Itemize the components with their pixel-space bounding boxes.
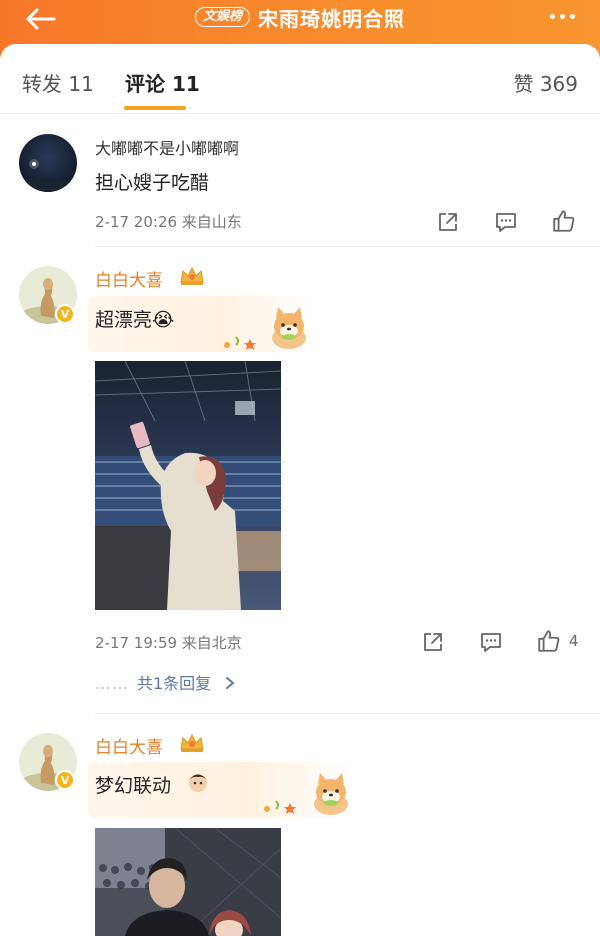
dot xyxy=(549,13,555,19)
comment-icon xyxy=(481,633,501,652)
crying-emoji-icon: 😭 xyxy=(152,309,175,331)
comment-text-row: 超漂亮😭 xyxy=(95,305,174,332)
shiba-dog-sticker-icon xyxy=(266,304,312,350)
replies-count-label: 共1条回复 xyxy=(137,674,212,693)
verified-badge: V xyxy=(55,304,75,324)
thumbs-up-icon xyxy=(538,630,560,652)
comment-text: 梦幻联动 xyxy=(95,775,172,797)
share-button[interactable] xyxy=(435,209,461,235)
dot xyxy=(569,13,575,19)
like-count: 4 xyxy=(569,632,579,650)
comment-text: 超漂亮 xyxy=(95,309,153,331)
comment-meta: 2-17 19:59 来自北京 xyxy=(95,634,242,652)
sparkle-decoration-icon xyxy=(222,333,264,354)
tab-likes[interactable]: 赞 369 xyxy=(513,68,578,97)
comment-meta: 2-17 20:26 来自山东 xyxy=(95,213,242,231)
emoji-face-icon xyxy=(187,771,209,796)
tab-bar: 转发 11 评论 11 赞 369 xyxy=(0,44,600,114)
hot-list-badge: 文娱榜 xyxy=(194,7,250,27)
like-button[interactable] xyxy=(536,628,562,654)
verified-badge: V xyxy=(55,770,75,790)
share-button[interactable] xyxy=(420,629,446,655)
comment-text-row: 梦幻联动 xyxy=(95,771,171,798)
view-replies-link[interactable]: …… 共1条回复 xyxy=(95,670,236,694)
crown-badge-icon xyxy=(179,266,205,286)
comment-username[interactable]: 大嘟嘟不是小嘟嘟啊 xyxy=(95,135,239,159)
divider xyxy=(95,713,600,714)
more-button[interactable] xyxy=(542,4,582,28)
sparkle-decoration-icon xyxy=(262,797,304,818)
shiba-dog-sticker-icon xyxy=(308,770,354,816)
share-icon xyxy=(424,633,442,651)
crown-badge-icon xyxy=(179,733,205,753)
like-button[interactable] xyxy=(551,208,577,234)
comment-photo-concert-selfie[interactable] xyxy=(95,361,281,610)
comment-username[interactable]: 白白大喜 xyxy=(95,266,163,291)
reply-button[interactable] xyxy=(478,629,504,655)
tab-repost[interactable]: 转发 11 xyxy=(22,68,94,97)
thumbs-up-icon xyxy=(553,210,575,232)
header-title-group: 文娱榜 宋雨琦姚明合照 xyxy=(0,3,600,31)
comment-username[interactable]: 白白大喜 xyxy=(95,733,163,758)
comment-icon xyxy=(496,213,516,232)
tab-comments[interactable]: 评论 11 xyxy=(125,68,200,97)
avatar[interactable] xyxy=(19,134,77,192)
chevron-right-icon xyxy=(226,677,235,689)
reply-dots: …… xyxy=(95,674,129,693)
comment-text: 担心嫂子吃醋 xyxy=(95,172,210,194)
active-tab-indicator xyxy=(124,106,186,110)
divider xyxy=(95,246,600,247)
share-icon xyxy=(439,213,457,231)
dot xyxy=(559,13,565,19)
comment-photo-arena-group[interactable] xyxy=(95,828,281,936)
reply-button[interactable] xyxy=(493,209,519,235)
page-title: 宋雨琦姚明合照 xyxy=(258,6,405,31)
